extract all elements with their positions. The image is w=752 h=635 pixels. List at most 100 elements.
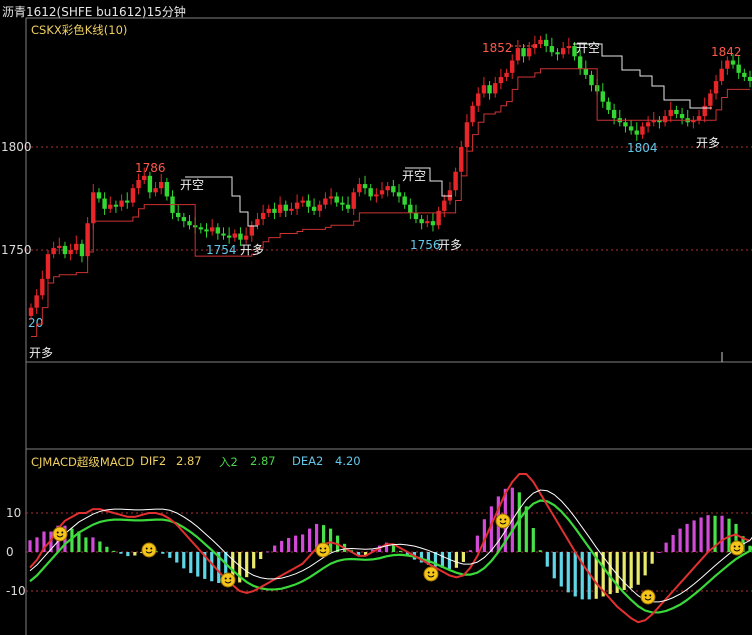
candle-body [113, 204, 119, 207]
smiley-signal-icon [423, 566, 439, 582]
candle-body [125, 200, 130, 203]
candle-body [147, 175, 153, 193]
candle-body [640, 126, 645, 135]
candle-body [45, 254, 51, 279]
candle-body [419, 219, 424, 224]
macd-histogram-bar [210, 552, 214, 582]
signal-annotation-low: 1756 [410, 238, 441, 252]
candle-body [255, 219, 260, 226]
macd-histogram-bar [259, 552, 263, 560]
candle-body [628, 126, 634, 131]
candle-body [487, 85, 492, 94]
candle-body [611, 109, 617, 119]
smiley-eye [61, 531, 64, 534]
smiley-eye [150, 547, 153, 550]
candle-body [402, 196, 407, 205]
candle-body [662, 116, 668, 123]
smiley-eye [224, 577, 227, 580]
candle-body [334, 196, 339, 203]
macd-tick-label: 0 [6, 545, 14, 559]
candle-body [679, 114, 685, 119]
candle-body [215, 227, 221, 234]
macd-histogram-bar [98, 541, 102, 552]
candle-body [34, 295, 39, 308]
smiley-signal-icon [52, 526, 68, 542]
candle-body [589, 74, 594, 86]
candle-body [470, 105, 475, 123]
candle-body [742, 72, 747, 77]
signal-annotation-long: 开多 [438, 238, 462, 252]
candle-body [153, 188, 158, 193]
candle-body [300, 200, 305, 203]
macd-histogram-bar [573, 552, 577, 597]
macd-histogram-bar [280, 540, 284, 552]
candle-body [209, 227, 215, 232]
smiley-signal-icon [220, 572, 236, 588]
candle-body [447, 190, 453, 201]
smiley-eye [504, 518, 507, 521]
macd-histogram-bar [545, 552, 549, 567]
price-chart-svg: 1800175020开多1786开空1754 开多开空1756开多1852 开空18… [1, 17, 752, 635]
candle-body [130, 188, 136, 203]
candle-body [736, 64, 741, 73]
macd-histogram-bar [175, 552, 179, 563]
smiley-signal-icon [729, 540, 745, 556]
candle-body [142, 175, 147, 180]
macd-histogram-bar [161, 552, 165, 554]
macd-histogram-bar [643, 552, 647, 576]
macd-histogram-bar [685, 523, 689, 552]
smiley-eye [432, 571, 435, 574]
macd-histogram-bar [182, 552, 186, 569]
candle-body [57, 245, 62, 248]
signal-annotation-long: 开多 [240, 243, 264, 257]
macd-histogram-bar [552, 552, 556, 579]
signal-annotation-low: 1804 [627, 141, 658, 155]
signal-annotation-high: 1852 [482, 41, 513, 55]
smiley-eye [649, 594, 652, 597]
macd-histogram-bar [245, 552, 249, 578]
macd-histogram-bar [273, 545, 277, 552]
candle-body [515, 48, 521, 61]
macd-histogram-bar [461, 552, 465, 562]
candle-body [713, 81, 719, 94]
candle-body [453, 171, 458, 191]
macd-histogram-bar [266, 551, 270, 553]
signal-annotation-long: 开多 [696, 136, 720, 150]
candle-body [164, 182, 170, 197]
candle-body [708, 93, 713, 106]
candle-body [232, 233, 238, 238]
candle-body [221, 233, 226, 236]
candle-body [40, 278, 45, 296]
smiley-eye [644, 594, 647, 597]
candle-body [85, 223, 90, 257]
candle-body [351, 192, 356, 209]
signal-line [29, 489, 752, 603]
candle-body [368, 188, 373, 197]
candle-body [527, 48, 532, 57]
macd-histogram-bar [566, 552, 570, 593]
candle-body [674, 109, 679, 115]
candle-body [51, 247, 56, 255]
candle-body [96, 192, 102, 199]
signal-annotation-low: 1754 [206, 243, 237, 257]
candle-body [583, 68, 589, 75]
candle-body [645, 122, 651, 127]
macd-histogram-bar [112, 550, 116, 552]
smiley-eye [324, 547, 327, 550]
candle-body [238, 233, 243, 240]
signal-annotation-long: 开多 [29, 346, 53, 360]
macd-histogram-bar [580, 552, 584, 600]
candle-body [668, 109, 673, 117]
signal-annotation-short: 开空 [576, 41, 600, 55]
macd-histogram-bar [189, 552, 193, 574]
macd-histogram-bar [671, 535, 675, 552]
candle-body [442, 200, 447, 211]
candle-body [379, 190, 385, 195]
candle-body [606, 101, 611, 110]
smiley-eye [427, 571, 430, 574]
candle-body [459, 147, 464, 172]
macd-histogram-bar [28, 540, 32, 552]
candle-body [91, 192, 96, 224]
macd-histogram-bar [454, 552, 459, 568]
candle-body [102, 198, 107, 209]
